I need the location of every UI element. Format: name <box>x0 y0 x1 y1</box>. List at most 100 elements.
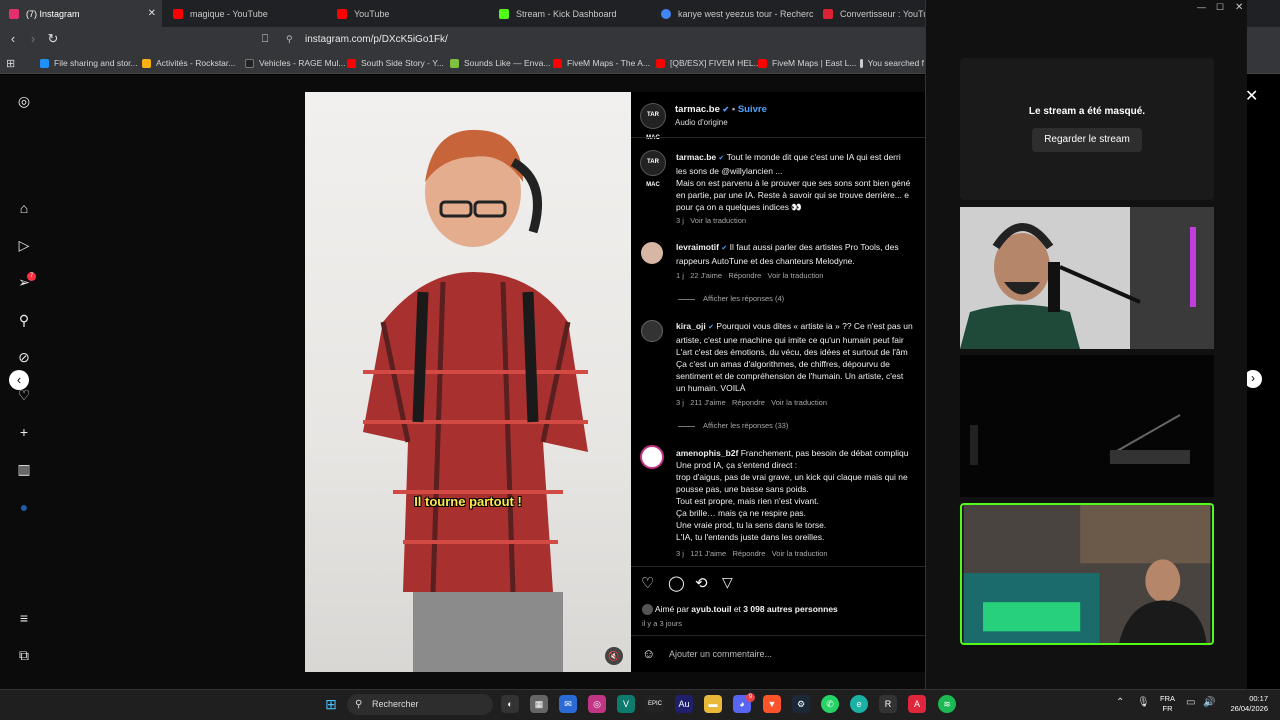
forward-icon[interactable]: › <box>25 31 41 47</box>
maximize-icon[interactable]: ☐ <box>1216 2 1224 13</box>
bookmark-item[interactable]: Sounds Like — Enva... <box>450 55 550 71</box>
comment-icon[interactable]: ◯ <box>668 574 685 592</box>
masked-stream-card: Le stream a été masqué. Regarder le stre… <box>960 58 1214 200</box>
tab-kick[interactable]: Stream - Kick Dashboard <box>490 0 652 27</box>
menu-icon[interactable]: ≡ <box>15 609 33 627</box>
back-icon[interactable]: ‹ <box>5 31 21 47</box>
adobe-icon[interactable]: A <box>908 695 926 713</box>
tab-instagram[interactable]: (7) Instagram ✕ <box>0 0 162 27</box>
bookmark-item[interactable]: Vehicles - RAGE Mul... <box>245 55 345 71</box>
watch-stream-button[interactable]: Regarder le stream <box>1032 128 1142 152</box>
view-replies[interactable]: Afficher les réponses (4) <box>678 294 784 303</box>
close-post-icon[interactable]: ✕ <box>1245 86 1258 106</box>
clock[interactable]: 00:17 26/04/2026 <box>1224 694 1268 714</box>
comment-avatar[interactable] <box>641 242 663 264</box>
volume-icon[interactable]: 🔊 <box>1203 697 1215 708</box>
steam-icon[interactable]: ⚙ <box>792 695 810 713</box>
comment-input[interactable]: Ajouter un commentaire... <box>669 649 772 659</box>
threads-icon[interactable]: ⧉ <box>15 646 33 664</box>
bookmark-item[interactable]: FiveM Maps | East L... <box>758 55 856 71</box>
youtube-icon <box>758 58 767 68</box>
microphone-icon[interactable]: 🎙 <box>1137 697 1150 708</box>
epic-games-icon[interactable]: EPIC <box>646 695 664 713</box>
language-indicator[interactable]: FRA FR <box>1160 694 1175 714</box>
task-view-icon[interactable]: ◐ <box>501 695 519 713</box>
comment-username[interactable]: tarmac.be <box>676 152 716 162</box>
translate-link[interactable]: Voir la traduction <box>690 216 746 225</box>
reply-link[interactable]: Répondre <box>728 271 761 280</box>
tab-google-search[interactable]: kanye west yeezus tour - Recherche <box>652 0 814 27</box>
comment-avatar[interactable] <box>641 320 663 342</box>
instagram-app-icon[interactable]: ◎ <box>588 695 606 713</box>
store-icon[interactable]: ▦ <box>530 695 548 713</box>
translate-link[interactable]: Voir la traduction <box>771 398 827 407</box>
comment-username[interactable]: kira_oji <box>676 321 706 331</box>
post-details-panel: TAR MAC tarmac.be ✔ • Suivre Audio d'ori… <box>631 92 925 672</box>
author-avatar[interactable]: TAR MAC <box>640 103 666 141</box>
bookmark-item[interactable]: File sharing and stor... <box>40 55 138 71</box>
home-icon[interactable]: ⌂ <box>15 199 33 217</box>
profile-avatar[interactable]: ● <box>15 498 33 516</box>
windows-start-icon[interactable]: ⊞ <box>322 695 340 713</box>
rockstar-icon[interactable]: R <box>879 695 897 713</box>
vegas-icon[interactable]: V <box>617 695 635 713</box>
reply-link[interactable]: Répondre <box>732 398 765 407</box>
converter-icon <box>823 8 833 19</box>
create-icon[interactable]: + <box>15 423 33 441</box>
author-username[interactable]: tarmac.be <box>675 104 720 115</box>
repost-icon[interactable]: ⟲ <box>695 574 708 592</box>
bookmark-icon[interactable]: ⎕ <box>257 31 273 47</box>
bookmark-item[interactable]: South Side Story - Y... <box>347 55 444 71</box>
url-field[interactable]: ⚲ instagram.com/p/DXcK5iGo1Fk/ <box>280 30 920 49</box>
close-window-icon[interactable]: ✕ <box>1235 2 1243 13</box>
brave-icon[interactable]: ▼ <box>763 695 781 713</box>
apps-icon[interactable]: ⊞ <box>6 55 15 71</box>
explore-icon[interactable]: ⊘ <box>15 348 33 366</box>
tray-chevron-icon[interactable]: ⌃ <box>1116 697 1124 708</box>
tab-convertisseur[interactable]: Convertisseur : YouTube <box>814 0 926 27</box>
mute-icon[interactable]: 🔇 <box>605 647 623 665</box>
reels-icon[interactable]: ▷ <box>15 236 33 254</box>
audio-label[interactable]: Audio d'origine <box>675 118 728 127</box>
comment-username[interactable]: levraimotif <box>676 242 719 252</box>
comment-avatar[interactable]: TAR MAC <box>640 150 666 188</box>
bookmark-item[interactable]: FiveM Maps - The A... <box>553 55 650 71</box>
spotify-icon[interactable]: ≋ <box>938 695 956 713</box>
dashboard-icon[interactable]: ▥ <box>15 460 33 478</box>
comment-username[interactable]: amenophis_b2f <box>676 448 738 458</box>
comment-avatar[interactable] <box>640 445 664 469</box>
divider <box>631 566 925 567</box>
divider <box>631 137 925 138</box>
like-icon[interactable]: ♡ <box>641 574 654 592</box>
tab-youtube-magique[interactable]: magique - YouTube <box>164 0 326 27</box>
close-tab-icon[interactable]: ✕ <box>148 8 156 19</box>
youtube-icon <box>337 8 347 19</box>
edge-icon[interactable]: e <box>850 695 868 713</box>
file-explorer-icon[interactable]: ▬ <box>704 695 722 713</box>
translate-link[interactable]: Voir la traduction <box>772 549 828 558</box>
translate-link[interactable]: Voir la traduction <box>768 271 824 280</box>
minimize-icon[interactable]: — <box>1197 2 1206 12</box>
whatsapp-icon[interactable]: ✆ <box>821 695 839 713</box>
view-replies[interactable]: Afficher les réponses (33) <box>678 421 788 430</box>
reel-video[interactable]: Il tourne partout ! 🔇 <box>305 92 631 672</box>
previous-post-button[interactable]: ‹ <box>9 370 29 390</box>
youtube-icon <box>553 58 562 68</box>
tab-youtube[interactable]: YouTube <box>328 0 490 27</box>
emoji-icon[interactable]: ☺ <box>642 646 655 661</box>
audition-icon[interactable]: Au <box>675 695 693 713</box>
taskbar-search[interactable]: ⚲ Rechercher <box>347 694 493 715</box>
bookmark-item[interactable]: [QB/ESX] FIVEM HEL... <box>656 55 761 71</box>
instagram-logo-icon[interactable]: ◎ <box>15 92 33 110</box>
network-icon[interactable]: ▭ <box>1186 697 1195 708</box>
search-icon[interactable]: ⚲ <box>15 311 33 329</box>
bookmark-item[interactable]: Activités - Rockstar... <box>142 55 235 71</box>
reply-link[interactable]: Répondre <box>733 549 766 558</box>
share-icon[interactable]: ▽ <box>722 574 733 591</box>
outlook-icon[interactable]: ✉ <box>559 695 577 713</box>
video-subtitle: Il tourne partout ! <box>414 494 522 509</box>
reload-icon[interactable]: ↻ <box>45 31 61 47</box>
site-info-icon[interactable]: ⚲ <box>286 30 293 49</box>
bookmark-item[interactable]: You searched f <box>860 55 924 71</box>
follow-button[interactable]: Suivre <box>738 104 767 115</box>
